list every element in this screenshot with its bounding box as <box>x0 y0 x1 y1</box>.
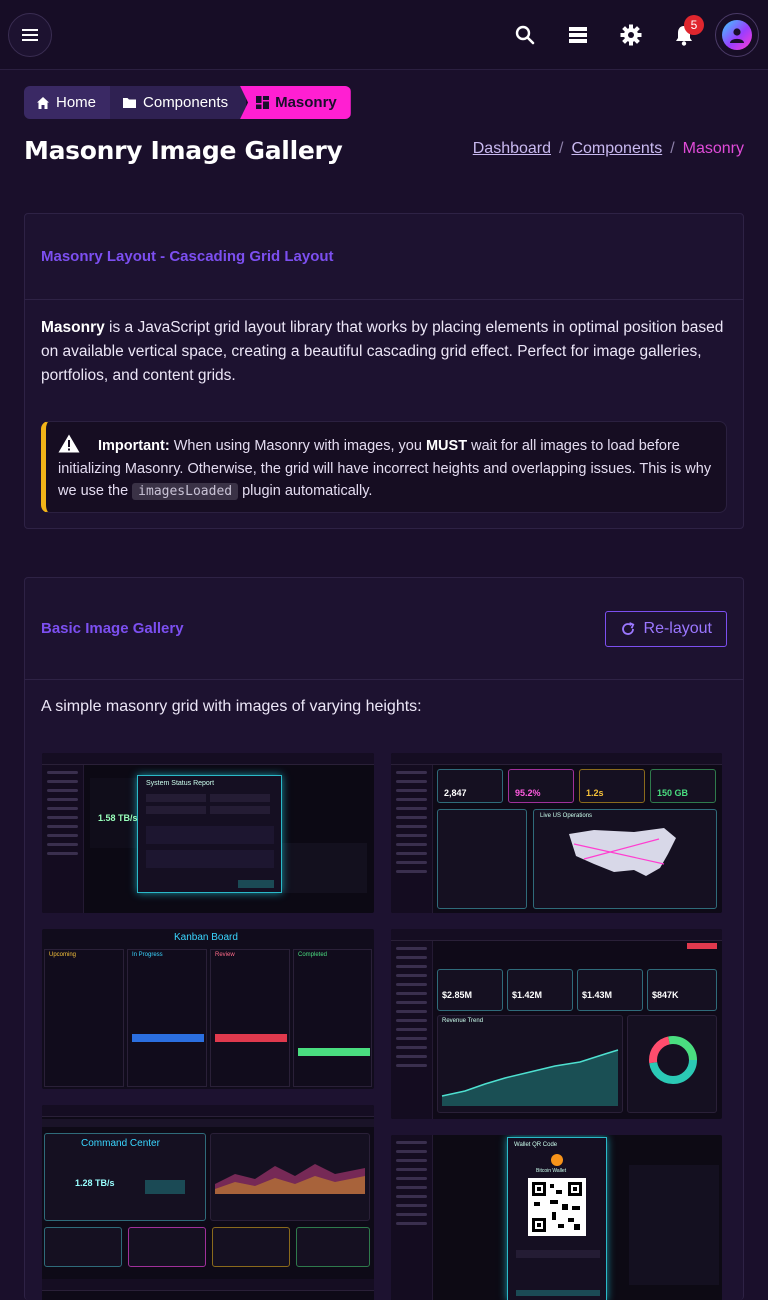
breadcrumb-home-label: Home <box>56 94 97 111</box>
alert-label: Important: <box>98 438 170 454</box>
page-breadcrumb-trail: Dashboard / Components / Masonry <box>473 140 744 158</box>
relayout-label: Re-layout <box>643 619 712 637</box>
important-alert: Important: When using Masonry with image… <box>41 421 727 513</box>
image-caption: Revenue Trend <box>442 1018 484 1024</box>
breadcrumb-components-label: Components <box>143 94 229 111</box>
alert-text-3: plugin automatically. <box>238 483 373 499</box>
menu-toggle-button[interactable] <box>8 13 52 57</box>
image-caption: Live US Operations <box>540 813 593 819</box>
breadcrumb-home[interactable]: Home <box>24 86 111 119</box>
gallery-image[interactable]: System Status Report 1.58 TB/s <box>42 753 374 913</box>
kanban-column-label: Review <box>215 952 235 958</box>
image-stat: $847K <box>652 990 679 1000</box>
alert-must: MUST <box>425 438 468 454</box>
page-title: Masonry Image Gallery <box>24 136 343 165</box>
image-caption: Kanban Board <box>174 932 238 943</box>
notification-count-badge: 5 <box>684 15 704 35</box>
stack-icon <box>569 27 587 43</box>
masonry-grid-icon <box>256 96 270 109</box>
masonry-intro-card: Masonry Layout - Cascading Grid Layout M… <box>24 213 744 529</box>
breadcrumb-link-components[interactable]: Components <box>571 140 662 158</box>
image-stat: $2.85M <box>442 990 473 1000</box>
image-stat: Bitcoin Wallet <box>536 1168 567 1174</box>
image-stat: 1.28 TB/s <box>75 1178 115 1188</box>
search-icon <box>515 25 535 45</box>
alert-code: imagesLoaded <box>132 483 239 500</box>
gallery-image[interactable]: $2.85M $1.42M $1.43M $847K Revenue Trend <box>391 929 722 1119</box>
gallery-image[interactable]: Kanban Board Upcoming In Progress Review… <box>42 929 374 1089</box>
breadcrumb-components[interactable]: Components <box>110 86 247 119</box>
gallery-image[interactable]: Wallet QR Code Bitcoin Wallet <box>391 1135 722 1300</box>
gear-icon <box>620 24 642 46</box>
image-caption: System Status Report <box>146 780 215 787</box>
kanban-column-label: Upcoming <box>49 952 77 958</box>
intro-text: is a JavaScript grid layout library that… <box>41 319 724 384</box>
intro-paragraph: Masonry is a JavaScript grid layout libr… <box>41 316 731 388</box>
card-header: Masonry Layout - Cascading Grid Layout <box>25 214 743 300</box>
breadcrumb-separator: / <box>670 140 675 157</box>
breadcrumb-current-label: Masonry <box>275 94 337 111</box>
breadcrumb-current: Masonry <box>240 86 351 119</box>
image-caption: Wallet QR Code <box>514 1142 558 1148</box>
kanban-column-label: Completed <box>298 952 328 958</box>
gallery-image[interactable]: Command Center 1.28 TB/s <box>42 1105 374 1300</box>
image-stat: 2,847 <box>444 788 467 798</box>
refresh-icon <box>621 621 634 635</box>
folder-icon <box>123 98 137 108</box>
gallery-description: A simple masonry grid with images of var… <box>41 698 422 715</box>
user-avatar-button[interactable] <box>715 13 759 57</box>
warning-icon <box>58 434 80 453</box>
image-caption: Command Center <box>81 1138 160 1149</box>
gallery-image[interactable]: 2,847 95.2% 1.2s 150 GB Live US Operatio… <box>391 753 722 913</box>
image-stat: $1.42M <box>512 990 543 1000</box>
breadcrumb-trail-current: Masonry <box>682 140 744 157</box>
intro-bold: Masonry <box>41 319 105 336</box>
card-title: Masonry Layout - Cascading Grid Layout <box>41 248 334 265</box>
settings-button[interactable] <box>609 13 653 57</box>
avatar <box>722 20 752 50</box>
breadcrumb-link-dashboard[interactable]: Dashboard <box>473 140 551 158</box>
card-title: Basic Image Gallery <box>41 620 184 637</box>
card-header: Basic Image Gallery Re-layout <box>25 578 743 680</box>
kanban-column-label: In Progress <box>132 952 163 958</box>
image-stat: 150 GB <box>657 788 689 798</box>
top-navbar: 5 <box>0 0 768 70</box>
breadcrumb-separator: / <box>559 140 564 157</box>
alert-text-1: When using Masonry with images, you <box>169 438 426 454</box>
image-stat: 95.2% <box>515 788 541 798</box>
image-stat: 1.58 TB/s <box>98 813 138 823</box>
apps-button[interactable] <box>556 13 600 57</box>
image-stat: $1.43M <box>582 990 613 1000</box>
relayout-button[interactable]: Re-layout <box>604 610 727 647</box>
home-icon <box>37 96 49 109</box>
search-button[interactable] <box>503 13 547 57</box>
breadcrumb: Home Components Masonry <box>24 86 351 119</box>
hamburger-icon <box>22 29 38 41</box>
user-icon <box>730 28 744 43</box>
basic-gallery-card: Basic Image Gallery Re-layout A simple m… <box>24 577 744 1300</box>
image-stat: 1.2s <box>586 788 604 798</box>
